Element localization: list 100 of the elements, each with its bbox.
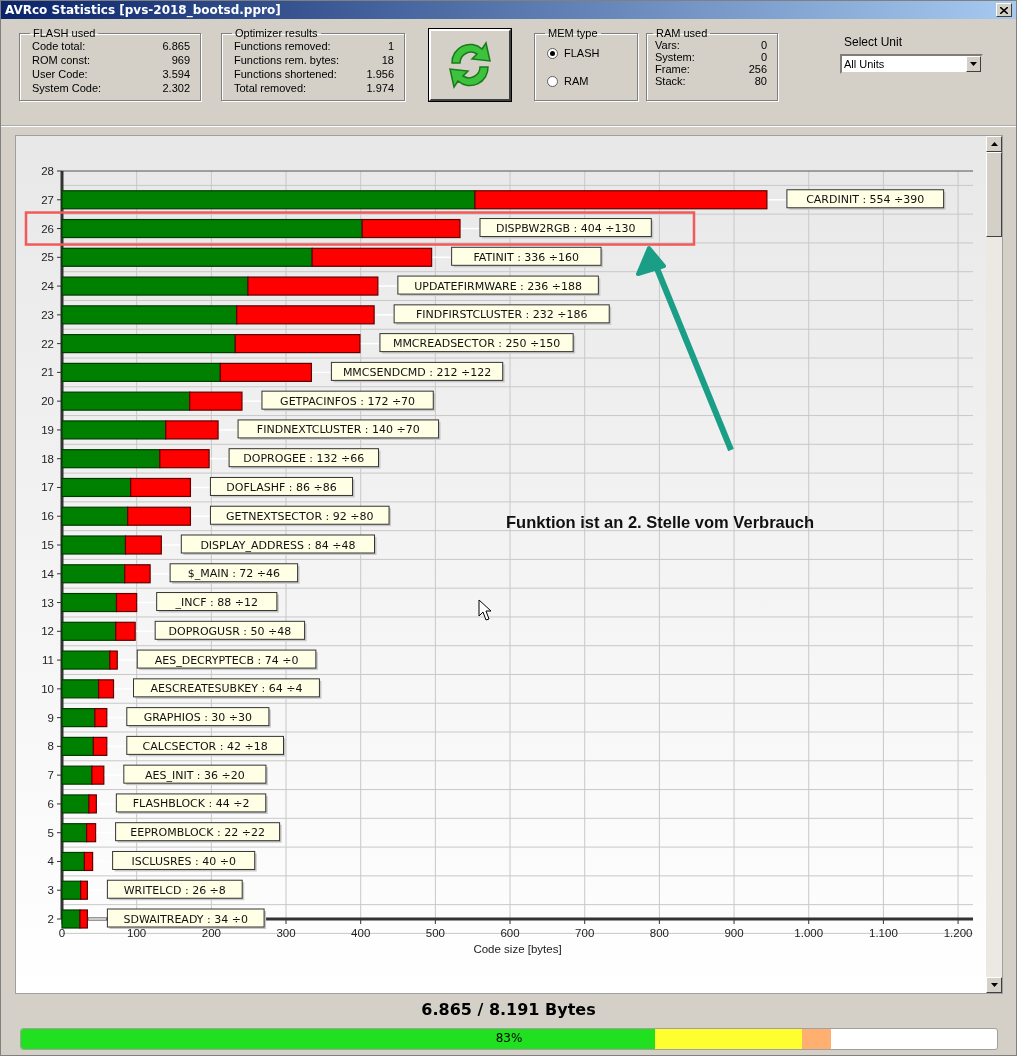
- stat-label: ROM const:: [32, 53, 91, 67]
- x-tick-label: 800: [649, 927, 669, 939]
- value-label: ISCLUSRES : 40 ÷0: [112, 850, 257, 872]
- stat-label: Functions removed:: [234, 39, 331, 53]
- refresh-button[interactable]: [429, 29, 511, 101]
- y-tick-label: 7: [47, 769, 54, 782]
- close-button[interactable]: [996, 3, 1012, 17]
- x-tick-label: 0: [58, 927, 66, 939]
- y-tick-label: 22: [41, 337, 54, 350]
- stat-label: Frame:: [655, 63, 690, 75]
- y-tick-label: 27: [41, 193, 54, 206]
- x-tick-label: 500: [425, 927, 445, 939]
- y-tick-label: 8: [47, 740, 54, 753]
- value-label: CALCSECTOR : 42 ÷18: [126, 735, 286, 757]
- y-tick-label: 28: [41, 165, 54, 177]
- mouse-cursor-icon: [478, 599, 492, 621]
- value-label: FLASHBLOCK : 44 ÷2: [115, 793, 268, 814]
- y-tick-label: 2: [47, 913, 54, 925]
- stat-value: 1.974: [366, 81, 394, 95]
- value-label: DOFLASHF : 86 ÷86: [209, 476, 355, 498]
- x-tick-label: 600: [500, 927, 520, 939]
- stat-label: System Code:: [32, 81, 102, 95]
- y-tick-label: 15: [41, 539, 54, 551]
- window-title: AVRco Statistics [pvs-2018_bootsd.ppro]: [5, 3, 281, 17]
- group-title: RAM used: [655, 27, 709, 39]
- y-tick-label: 6: [47, 797, 54, 810]
- stat-label: User Code:: [32, 67, 88, 81]
- scroll-down-icon[interactable]: [986, 977, 1002, 993]
- group-title: Optimizer results: [234, 27, 319, 39]
- y-tick-label: 10: [41, 682, 54, 695]
- x-tick-label: 1.000: [794, 927, 824, 939]
- value-label: MMCREADSECTOR : 250 ÷150: [379, 333, 576, 354]
- x-tick-label: 100: [127, 927, 147, 939]
- annotation-note: Funktion ist an 2. Stelle vom Verbrauch: [506, 513, 815, 531]
- y-tick-label: 12: [41, 625, 54, 638]
- radio-option[interactable]: FLASH: [547, 39, 627, 67]
- value-label: FINDNEXTCLUSTER : 140 ÷70: [237, 419, 441, 440]
- value-label: UPDATEFIRMWARE : 236 ÷188: [397, 275, 601, 297]
- x-tick-label: 700: [575, 927, 595, 939]
- y-tick-label: 9: [47, 711, 54, 724]
- leader-line: [87, 918, 108, 920]
- value-label: AES_DECRYPTECB : 74 ÷0: [136, 649, 318, 671]
- value-label: GETNEXTSECTOR : 92 ÷80: [209, 505, 392, 527]
- stat-label: Functions shortened:: [234, 67, 337, 81]
- radio-button[interactable]: [547, 75, 558, 87]
- y-tick-label: 26: [41, 222, 54, 235]
- stat-label: Code total:: [32, 39, 86, 53]
- usage-summary: 6.865 / 8.191 Bytes: [420, 1000, 597, 1021]
- radio-label: FLASH: [564, 47, 600, 59]
- stat-label: Total removed:: [234, 81, 307, 95]
- y-tick-label: 5: [47, 826, 54, 839]
- value-label: FATINIT : 336 ÷160: [451, 246, 604, 268]
- scroll-up-icon[interactable]: [986, 136, 1002, 152]
- stat-value: 6.865: [162, 39, 190, 53]
- value-label: DISPBW2RGB : 404 ÷130: [479, 218, 654, 239]
- value-label: DISPLAY_ADDRESS : 84 ÷48: [180, 534, 377, 555]
- x-tick-label: 1.100: [869, 927, 898, 939]
- select-unit-label: Select Unit: [844, 35, 904, 49]
- progress-label: 83%: [495, 1031, 523, 1045]
- y-tick-label: 11: [42, 654, 54, 667]
- stat-value: 80: [754, 75, 767, 87]
- value-label: EEPROMBLOCK : 22 ÷22: [115, 822, 282, 843]
- value-label: MMCSENDCMD : 212 ÷122: [330, 361, 505, 383]
- stat-value: 1: [387, 39, 394, 53]
- stat-label: Vars:: [655, 39, 680, 51]
- radio-button[interactable]: [547, 47, 558, 59]
- group-title: MEM type: [547, 27, 599, 39]
- y-tick-label: 17: [41, 481, 54, 494]
- y-tick-label: 14: [41, 567, 54, 580]
- value-label: AES_INIT : 36 ÷20: [123, 764, 268, 786]
- value-label: _INCF : 88 ÷12: [156, 592, 279, 613]
- dropdown-value: All Units: [844, 58, 885, 70]
- stat-value: 1.956: [366, 67, 394, 81]
- value-label: WRITELCD : 26 ÷8: [106, 879, 245, 901]
- stat-label: Functions rem. bytes:: [234, 53, 340, 67]
- stat-value: 18: [381, 53, 394, 67]
- x-tick-label: 1.200: [943, 927, 973, 939]
- y-tick-label: 18: [41, 452, 54, 465]
- stat-value: 3.594: [162, 67, 190, 81]
- y-tick-label: 23: [41, 308, 54, 321]
- radio-option[interactable]: RAM: [547, 67, 627, 95]
- y-tick-label: 13: [41, 596, 54, 609]
- y-tick-label: 3: [47, 884, 54, 897]
- vertical-scrollbar[interactable]: [986, 136, 1002, 993]
- unit-dropdown[interactable]: All Units: [840, 54, 983, 74]
- stat-value: 2.302: [162, 81, 190, 95]
- value-label: SDWAITREADY : 34 ÷0: [106, 908, 267, 929]
- stat-label: Stack:: [655, 75, 686, 87]
- scroll-thumb[interactable]: [986, 152, 1002, 237]
- y-tick-label: 20: [41, 395, 54, 408]
- y-tick-label: 4: [47, 855, 54, 868]
- value-label: CARDINIT : 554 ÷390: [786, 189, 946, 210]
- stat-value: 0: [760, 51, 767, 63]
- close-icon: [1000, 6, 1008, 14]
- stat-label: System:: [655, 51, 695, 63]
- stat-value: 256: [748, 63, 767, 75]
- y-tick-label: 24: [41, 280, 54, 293]
- value-label: FINDFIRSTCLUSTER : 232 ÷186: [393, 304, 612, 325]
- value-label: AESCREATESUBKEY : 64 ÷4: [133, 678, 322, 699]
- value-label: GRAPHIOS : 30 ÷30: [126, 707, 271, 728]
